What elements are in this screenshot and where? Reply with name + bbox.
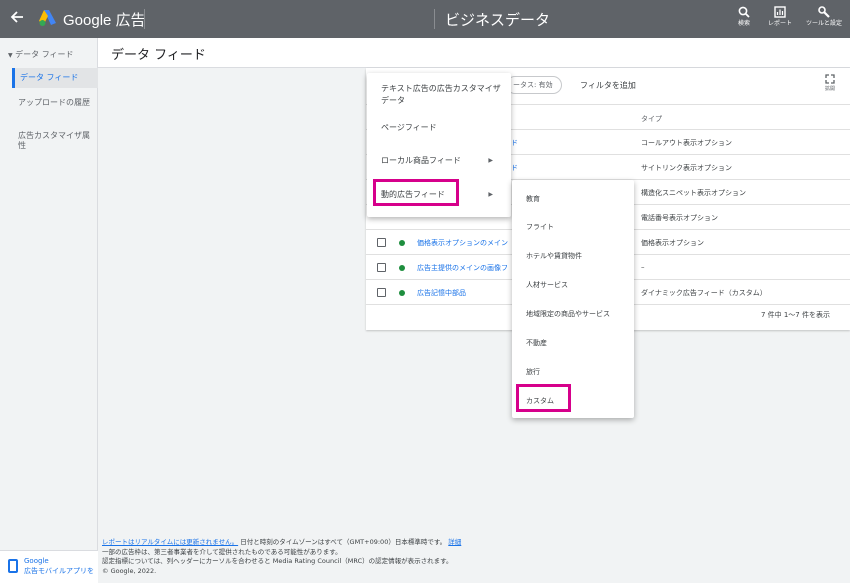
sidebar-section[interactable]: ▼ データ フィード bbox=[8, 49, 74, 60]
feed-type: – bbox=[641, 263, 645, 271]
fullscreen-icon bbox=[825, 74, 835, 84]
tools-settings-tool[interactable]: ツールと設定 bbox=[804, 6, 844, 27]
submenu-item-real-estate[interactable]: 不動産 bbox=[526, 338, 547, 348]
top-bar: Google 広告 ビジネスデータ 検索 レポート ツールと設定 bbox=[0, 0, 850, 38]
column-header-type[interactable]: タイプ bbox=[641, 114, 662, 124]
report-tool[interactable]: レポート bbox=[760, 6, 800, 27]
report-icon bbox=[774, 6, 786, 18]
details-link[interactable]: 詳細 bbox=[448, 538, 461, 546]
footer-line-3: 認定指標については、列ヘッダーにカーソルを合わせると Media Rating … bbox=[102, 557, 453, 565]
divider bbox=[434, 9, 435, 29]
report-tool-label: レポート bbox=[767, 20, 792, 27]
row-checkbox[interactable] bbox=[377, 263, 386, 272]
google-ads-logo-icon bbox=[38, 9, 58, 27]
status-dot-icon bbox=[399, 265, 405, 271]
submenu-item-jobs[interactable]: 人材サービス bbox=[526, 280, 568, 290]
feed-type: ダイナミック広告フィード（カスタム） bbox=[641, 289, 767, 297]
sidebar-item-upload-history[interactable]: アップロードの履歴 bbox=[12, 93, 98, 113]
submenu-item-local-deals[interactable]: 地域限定の商品やサービス bbox=[526, 309, 610, 319]
pagination-text: 7 件中 1〜7 件を表示 bbox=[760, 311, 830, 319]
status-dot-icon bbox=[399, 290, 405, 296]
footer-line-1: レポートはリアルタイムには更新されません。 日付と時刻のタイムゾーンはすべて（G… bbox=[102, 538, 542, 548]
submenu-item-education[interactable]: 教育 bbox=[526, 194, 540, 204]
feed-type: サイトリンク表示オプション bbox=[641, 164, 732, 172]
feed-name-link[interactable]: 広告記憶中部品 bbox=[417, 288, 517, 298]
sidebar: ▼ データ フィード データ フィード アップロードの履歴 広告カスタマイザ属性… bbox=[0, 38, 98, 583]
status-dot-icon bbox=[399, 240, 405, 246]
feed-type: 価格表示オプション bbox=[641, 239, 704, 247]
search-tool[interactable]: 検索 bbox=[724, 6, 764, 27]
arrow-left-icon[interactable] bbox=[10, 9, 26, 28]
feed-type: コールアウト表示オプション bbox=[641, 139, 732, 147]
new-feed-menu: テキスト広告の広告カスタマイザ データ ページフィード ローカル商品フィード ▶… bbox=[367, 73, 511, 217]
submenu-item-hotels-rentals[interactable]: ホテルや賃貸物件 bbox=[526, 251, 582, 261]
promo-line-2: 広告モバイルアプリを bbox=[24, 567, 94, 575]
timezone-text: 日付と時刻のタイムゾーンはすべて（GMT+09:00）日本標準時です。 bbox=[240, 538, 447, 546]
menu-item-page-feed[interactable]: ページフィード bbox=[367, 122, 511, 134]
sidebar-item-data-feeds[interactable]: データ フィード bbox=[12, 68, 98, 88]
copyright: © Google, 2022. bbox=[102, 566, 157, 575]
realtime-notice-link[interactable]: レポートはリアルタイムには更新されません。 bbox=[102, 538, 238, 546]
feed-name-link[interactable]: ド bbox=[511, 163, 611, 173]
page-header: データ フィード bbox=[98, 38, 850, 68]
menu-item-label: ページフィード bbox=[381, 123, 437, 132]
sidebar-item-ad-customizer-attributes[interactable]: 広告カスタマイザ属性 bbox=[12, 126, 98, 156]
menu-item-local-products-feed[interactable]: ローカル商品フィード ▶ bbox=[367, 155, 511, 167]
expand-button[interactable]: 拡開 bbox=[818, 74, 842, 92]
sidebar-section-label: データ フィード bbox=[15, 50, 74, 59]
submenu-item-flights[interactable]: フライト bbox=[526, 222, 554, 232]
submenu-arrow-icon: ▶ bbox=[488, 157, 493, 164]
row-checkbox[interactable] bbox=[377, 238, 386, 247]
add-filter-button[interactable]: フィルタを追加 bbox=[580, 80, 636, 91]
sidebar-item-label: 広告カスタマイザ属性 bbox=[18, 131, 90, 150]
tools-settings-label: ツールと設定 bbox=[805, 20, 842, 27]
search-tool-label: 検索 bbox=[737, 20, 750, 27]
row-checkbox[interactable] bbox=[377, 288, 386, 297]
footer-line-2: 一部の広告枠は、第三者事業者を介して提供されたものである可能性があります。 bbox=[102, 547, 342, 556]
phone-icon bbox=[8, 559, 18, 573]
feed-name-link[interactable]: 広告主提供のメインの画像フ bbox=[417, 263, 517, 273]
section-title: ビジネスデータ bbox=[445, 11, 551, 29]
search-icon bbox=[738, 6, 750, 18]
expand-label: 拡開 bbox=[824, 86, 835, 92]
feed-name-link[interactable]: ド bbox=[511, 138, 611, 148]
status-filter-chip[interactable]: ータス: 有効 bbox=[506, 76, 562, 94]
mobile-app-promo[interactable]: Google 広告モバイルアプリを bbox=[0, 550, 98, 583]
submenu-item-travel[interactable]: 旅行 bbox=[526, 367, 540, 377]
sidebar-item-label: データ フィード bbox=[20, 73, 79, 82]
page-title: データ フィード bbox=[111, 48, 206, 63]
highlight-box bbox=[373, 179, 459, 206]
page-footer: レポートはリアルタイムには更新されません。 日付と時刻のタイムゾーンはすべて（G… bbox=[102, 538, 542, 576]
menu-item-text-ad-customizer[interactable]: テキスト広告の広告カスタマイザ データ bbox=[367, 83, 511, 107]
caret-down-icon: ▼ bbox=[8, 52, 13, 59]
menu-item-label: テキスト広告の広告カスタマイザ データ bbox=[381, 84, 501, 105]
feed-name-link[interactable]: 価格表示オプションのメイン bbox=[417, 238, 517, 248]
feed-type: 構造化スニペット表示オプション bbox=[641, 189, 746, 197]
sidebar-item-label: アップロードの履歴 bbox=[18, 98, 90, 107]
brand-name[interactable]: Google 広告 bbox=[63, 9, 146, 30]
submenu-arrow-icon: ▶ bbox=[488, 191, 493, 198]
promo-line-1: Google bbox=[24, 557, 49, 565]
highlight-box bbox=[516, 384, 571, 412]
wrench-icon bbox=[818, 6, 830, 18]
dynamic-ad-feed-submenu: 教育 フライト ホテルや賃貸物件 人材サービス 地域限定の商品やサービス 不動産… bbox=[512, 180, 634, 418]
divider bbox=[144, 9, 145, 29]
menu-item-label: ローカル商品フィード bbox=[381, 156, 461, 165]
feed-type: 電話番号表示オプション bbox=[641, 214, 718, 222]
